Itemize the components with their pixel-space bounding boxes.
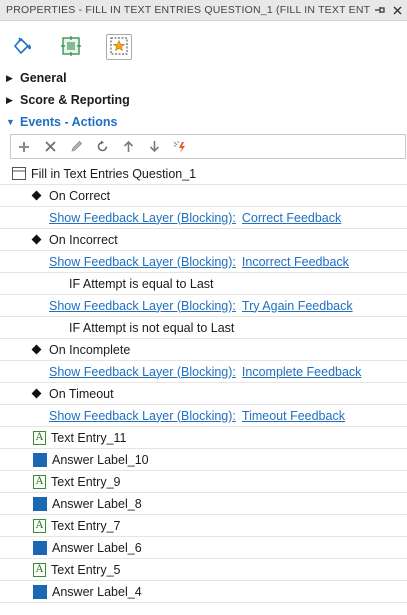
section-events-actions[interactable]: ▼ Events - Actions [0, 111, 407, 133]
action-link[interactable]: Show Feedback Layer (Blocking): [49, 365, 236, 379]
text-entry-icon: A [33, 474, 46, 489]
target-link[interactable]: Incorrect Feedback [242, 255, 349, 269]
diamond-icon [31, 234, 42, 245]
section-general[interactable]: ▶ General [0, 67, 407, 89]
condition-label: IF Attempt is not equal to Last [69, 320, 235, 335]
actions-toolbar [10, 134, 406, 159]
chevron-right-icon: ▶ [6, 72, 13, 83]
answer-label-icon [33, 496, 47, 511]
close-icon[interactable] [390, 3, 404, 17]
action-row: Show Feedback Layer (Blocking): Incorrec… [0, 251, 407, 273]
edit-icon[interactable] [63, 135, 89, 158]
event-on-incomplete[interactable]: On Incomplete [0, 339, 407, 361]
list-item-text-entry[interactable]: A Text Entry_9 [0, 471, 407, 493]
action-row: Show Feedback Layer (Blocking): Timeout … [0, 405, 407, 427]
section-general-label: General [20, 71, 67, 85]
action-link[interactable]: Show Feedback Layer (Blocking): [49, 211, 236, 225]
pin-icon[interactable] [373, 3, 387, 17]
property-tabs [0, 22, 407, 66]
item-label: Text Entry_7 [51, 518, 121, 533]
list-item-text-entry[interactable]: A Text Entry_11 [0, 427, 407, 449]
tab-fill-stroke[interactable] [9, 34, 35, 60]
star-actions-icon [109, 36, 129, 59]
item-label: Answer Label_4 [52, 584, 142, 599]
chevron-down-icon: ▼ [6, 117, 15, 127]
tab-actions[interactable] [106, 34, 132, 60]
item-label: Answer Label_6 [52, 540, 142, 555]
list-item-answer-label[interactable]: Answer Label_6 [0, 537, 407, 559]
answer-label-icon [33, 540, 47, 555]
tree-root-row[interactable]: Fill in Text Entries Question_1 [0, 163, 407, 185]
tab-size-position[interactable] [58, 34, 84, 60]
text-entry-icon: A [33, 430, 46, 445]
chevron-right-icon: ▶ [6, 94, 13, 105]
text-entry-icon: A [33, 518, 46, 533]
target-link[interactable]: Incomplete Feedback [242, 365, 362, 379]
refresh-icon[interactable] [89, 135, 115, 158]
action-row: Show Feedback Layer (Blocking): Correct … [0, 207, 407, 229]
action-row: Show Feedback Layer (Blocking): Incomple… [0, 361, 407, 383]
section-score-reporting[interactable]: ▶ Score & Reporting [0, 89, 407, 111]
list-item-answer-label[interactable]: Answer Label_8 [0, 493, 407, 515]
target-link[interactable]: Correct Feedback [242, 211, 341, 225]
add-icon[interactable] [11, 135, 37, 158]
event-label: On Incomplete [49, 342, 131, 357]
event-label: On Incorrect [49, 232, 118, 247]
section-score-label: Score & Reporting [20, 93, 130, 107]
list-item-text-entry[interactable]: A Text Entry_7 [0, 515, 407, 537]
event-label: On Timeout [49, 386, 114, 401]
effect-icon[interactable] [167, 135, 193, 158]
item-label: Text Entry_5 [51, 562, 121, 577]
diamond-icon [31, 190, 42, 201]
event-on-correct[interactable]: On Correct [0, 185, 407, 207]
answer-label-icon [33, 584, 47, 599]
target-link[interactable]: Try Again Feedback [242, 299, 353, 313]
answer-label-icon [33, 452, 47, 467]
delete-icon[interactable] [37, 135, 63, 158]
diamond-icon [31, 344, 42, 355]
event-on-timeout[interactable]: On Timeout [0, 383, 407, 405]
condition-row[interactable]: IF Attempt is not equal to Last [0, 317, 407, 339]
panel-titlebar: PROPERTIES - FILL IN TEXT ENTRIES QUESTI… [0, 0, 407, 21]
action-link[interactable]: Show Feedback Layer (Blocking): [49, 299, 236, 313]
diamond-icon [31, 388, 42, 399]
item-label: Answer Label_8 [52, 496, 142, 511]
paint-bucket-icon [11, 35, 33, 60]
tree-root-label: Fill in Text Entries Question_1 [31, 166, 197, 181]
list-item-answer-label[interactable]: Answer Label_10 [0, 449, 407, 471]
move-down-icon[interactable] [141, 135, 167, 158]
size-position-icon [60, 35, 82, 60]
list-item-answer-label[interactable]: Answer Label_4 [0, 581, 407, 603]
item-label: Answer Label_10 [52, 452, 149, 467]
text-entry-icon: A [33, 562, 46, 577]
event-label: On Correct [49, 188, 111, 203]
move-up-icon[interactable] [115, 135, 141, 158]
condition-label: IF Attempt is equal to Last [69, 276, 214, 291]
condition-row[interactable]: IF Attempt is equal to Last [0, 273, 407, 295]
panel-title: PROPERTIES - FILL IN TEXT ENTRIES QUESTI… [6, 4, 370, 16]
item-label: Text Entry_11 [51, 430, 127, 445]
action-link[interactable]: Show Feedback Layer (Blocking): [49, 409, 236, 423]
event-on-incorrect[interactable]: On Incorrect [0, 229, 407, 251]
target-link[interactable]: Timeout Feedback [242, 409, 345, 423]
section-events-label: Events - Actions [20, 115, 118, 129]
list-item-text-entry[interactable]: A Text Entry_5 [0, 559, 407, 581]
action-link[interactable]: Show Feedback Layer (Blocking): [49, 255, 236, 269]
question-object-icon [12, 167, 26, 181]
action-row: Show Feedback Layer (Blocking): Try Agai… [0, 295, 407, 317]
item-label: Text Entry_9 [51, 474, 121, 489]
events-tree: Fill in Text Entries Question_1 On Corre… [0, 163, 407, 603]
